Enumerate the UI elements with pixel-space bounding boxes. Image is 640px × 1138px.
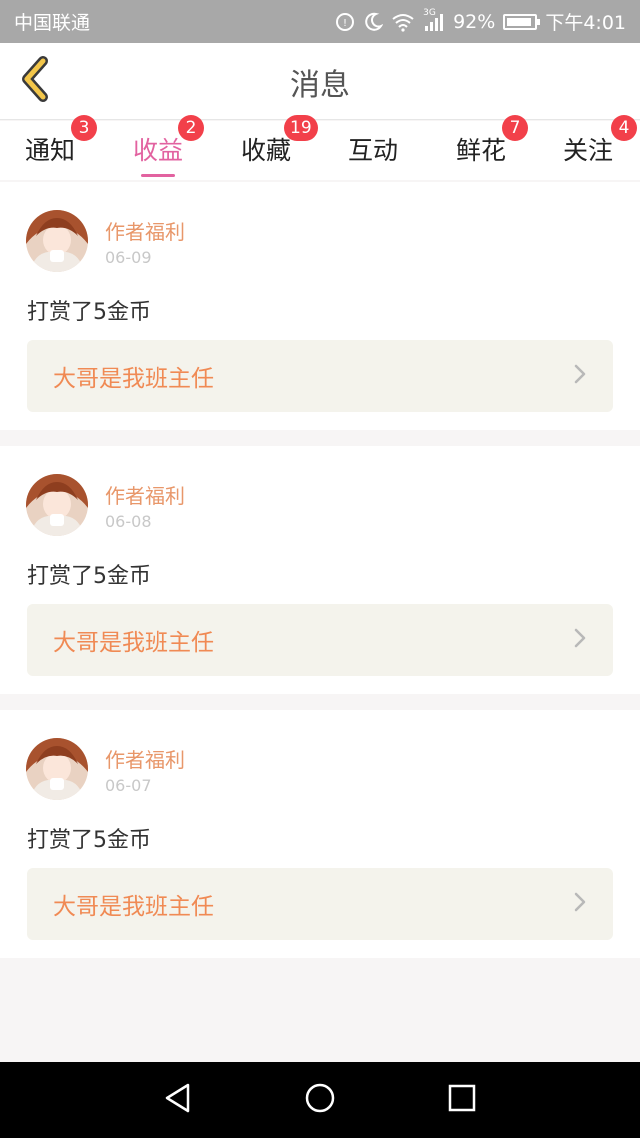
chevron-right-icon	[573, 891, 587, 917]
tab-label: 关注	[562, 136, 613, 165]
tab-badge: 7	[502, 115, 528, 141]
book-link[interactable]: 大哥是我班主任	[27, 340, 613, 412]
svg-text:!: !	[343, 18, 347, 29]
tab-label: 收藏	[240, 136, 291, 165]
signal-icon: 3G	[423, 8, 445, 32]
nav-home-button[interactable]	[300, 1080, 340, 1120]
author-name[interactable]: 作者福利	[105, 216, 185, 245]
message-card: 作者福利 06-07 打赏了5金币 大哥是我班主任	[0, 710, 640, 958]
tab-flowers[interactable]: 鲜花 7	[431, 115, 531, 180]
system-nav-bar	[0, 1062, 640, 1138]
tab-bar: 通知 3 收益 2 收藏 19 互动 鲜花 7 关注 4	[0, 115, 640, 180]
clock: 下午4:01	[545, 12, 626, 34]
tab-badge: 4	[611, 115, 637, 141]
back-button[interactable]	[10, 55, 60, 107]
chevron-right-icon	[573, 363, 587, 389]
tab-label: 收益	[132, 136, 183, 165]
message-text: 打赏了5金币	[27, 564, 151, 589]
wifi-icon	[391, 12, 415, 32]
tab-label: 鲜花	[455, 136, 506, 165]
tab-badge: 19	[284, 115, 318, 141]
book-link[interactable]: 大哥是我班主任	[27, 868, 613, 940]
tab-badge: 3	[71, 115, 97, 141]
message-date: 06-09	[105, 248, 152, 267]
message-date: 06-08	[105, 512, 152, 531]
tab-notifications[interactable]: 通知 3	[0, 115, 100, 180]
book-title: 大哥是我班主任	[53, 366, 214, 392]
message-card: 作者福利 06-09 打赏了5金币 大哥是我班主任	[0, 182, 640, 430]
tab-earnings[interactable]: 收益 2	[108, 115, 208, 180]
book-title: 大哥是我班主任	[53, 630, 214, 656]
book-link[interactable]: 大哥是我班主任	[27, 604, 613, 676]
do-not-disturb-moon-icon	[363, 12, 384, 32]
carrier-label: 中国联通	[14, 12, 91, 34]
chevron-right-icon	[573, 627, 587, 653]
tab-badge: 2	[178, 115, 204, 141]
battery-percent: 92%	[453, 10, 496, 33]
page-title: 消息	[290, 67, 350, 103]
square-recents-icon	[447, 1083, 477, 1117]
header: 消息	[0, 43, 640, 120]
author-name[interactable]: 作者福利	[105, 744, 185, 773]
avatar[interactable]	[26, 210, 88, 272]
status-bar: 中国联通 ! 3G 92% 下午4:01	[0, 0, 640, 43]
nav-recents-button[interactable]	[442, 1080, 482, 1120]
network-type-label: 3G	[423, 7, 436, 18]
message-text: 打赏了5金币	[27, 300, 151, 325]
chevron-left-icon	[17, 55, 53, 107]
author-name[interactable]: 作者福利	[105, 480, 185, 509]
active-tab-indicator	[141, 174, 175, 177]
book-title: 大哥是我班主任	[53, 894, 214, 920]
data-saver-icon: !	[335, 12, 355, 32]
message-text: 打赏了5金币	[27, 828, 151, 853]
message-card: 作者福利 06-08 打赏了5金币 大哥是我班主任	[0, 446, 640, 694]
tab-label: 互动	[347, 136, 398, 165]
battery-icon	[503, 13, 541, 30]
tab-following[interactable]: 关注 4	[538, 115, 638, 180]
tab-interactions[interactable]: 互动	[323, 121, 423, 180]
avatar[interactable]	[26, 474, 88, 536]
status-icons: ! 3G 92% 下午4:01	[335, 8, 626, 35]
circle-home-icon	[304, 1082, 336, 1118]
tab-label: 通知	[24, 136, 75, 165]
message-date: 06-07	[105, 776, 152, 795]
avatar[interactable]	[26, 738, 88, 800]
nav-back-button[interactable]	[158, 1080, 198, 1120]
triangle-back-icon	[163, 1082, 193, 1118]
tab-favorites[interactable]: 收藏 19	[216, 115, 318, 180]
